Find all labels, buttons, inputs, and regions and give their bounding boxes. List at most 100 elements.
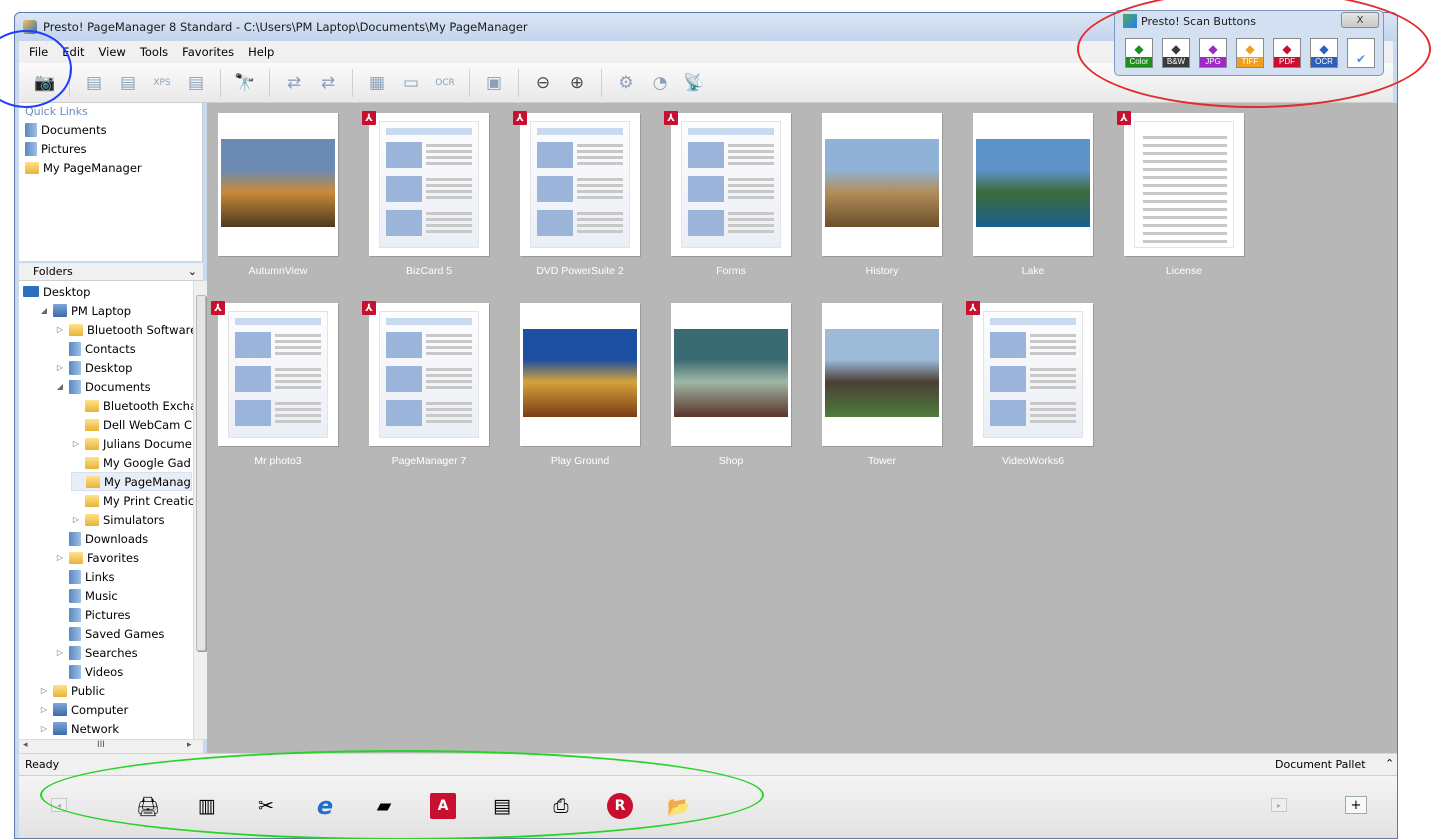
menu-tools[interactable]: Tools <box>140 45 168 59</box>
chevron-down-icon[interactable]: ⌄ <box>188 265 197 278</box>
tree-item[interactable]: Videos <box>55 662 123 681</box>
pallet-next-button[interactable]: ▸ <box>1271 798 1287 812</box>
thumbnail-label[interactable]: Forms <box>661 265 801 277</box>
thumbnail-label[interactable]: Mr photo3 <box>208 455 348 467</box>
expand-arrow-icon[interactable]: ▷ <box>71 439 81 448</box>
scroll-right-icon[interactable]: ▸ <box>187 740 192 750</box>
tree-item[interactable]: ◢ PM Laptop <box>39 301 131 320</box>
scan-button[interactable]: ◆ JPG <box>1199 38 1227 68</box>
scan-button[interactable]: 📷 <box>31 69 59 97</box>
thumbnail-label[interactable]: Lake <box>963 265 1103 277</box>
scan-button[interactable]: ◆ Color <box>1125 38 1153 68</box>
scan-button[interactable]: ◆ TIFF <box>1236 38 1264 68</box>
menu-file[interactable]: File <box>29 45 48 59</box>
thumbnail-label[interactable]: BizCard 5 <box>359 265 499 277</box>
tree-vertical-scrollbar[interactable] <box>193 281 207 739</box>
expand-arrow-icon[interactable]: ▷ <box>55 325 65 334</box>
thumbnail-label[interactable]: Tower <box>812 455 952 467</box>
folders-header[interactable]: Folders ⌄ <box>19 263 203 281</box>
tree-item[interactable]: ▷ Desktop <box>55 358 132 377</box>
tree-item[interactable]: Downloads <box>55 529 148 548</box>
document-thumbnail[interactable] <box>218 113 338 256</box>
expand-arrow-icon[interactable]: ◢ <box>55 382 65 391</box>
tree-horizontal-scrollbar[interactable]: ◂ III ▸ <box>19 739 203 753</box>
menu-help[interactable]: Help <box>248 45 274 59</box>
tree-item[interactable]: Saved Games <box>55 624 164 643</box>
archive-icon[interactable]: ▥ <box>194 793 220 819</box>
scan-button[interactable]: ◆ OCR <box>1310 38 1338 68</box>
document-thumbnail[interactable] <box>520 113 640 256</box>
scan-panel-title-bar[interactable]: Presto! Scan Buttons <box>1123 14 1256 28</box>
thumbnail-label[interactable]: Shop <box>661 455 801 467</box>
tree-item[interactable]: Contacts <box>55 339 136 358</box>
copy-button[interactable]: ⇄ <box>314 69 342 97</box>
tree-item[interactable]: ▷ Network <box>39 719 119 738</box>
expand-arrow-icon[interactable]: ▷ <box>55 363 65 372</box>
pallet-prev-button[interactable]: ◂ <box>51 798 67 812</box>
fax-icon[interactable]: 🖨 <box>135 793 161 819</box>
zoom-in-button[interactable]: ⊕ <box>563 69 591 97</box>
tree-item[interactable]: ◢ Documents <box>55 377 151 396</box>
xps-button[interactable]: XPS <box>148 69 176 97</box>
chevron-up-icon[interactable]: ⌃ <box>1385 757 1394 770</box>
menu-view[interactable]: View <box>99 45 126 59</box>
frame-button[interactable]: ▭ <box>397 69 425 97</box>
printer-icon[interactable]: ⎙ <box>548 793 574 819</box>
acrobat-icon[interactable]: A <box>430 793 456 819</box>
document-thumbnail[interactable] <box>520 303 640 446</box>
document-thumbnail[interactable] <box>1124 113 1244 256</box>
tree-item[interactable]: Desktop <box>23 282 90 301</box>
expand-arrow-icon[interactable]: ▷ <box>55 648 65 657</box>
tree-item[interactable]: ▷ Computer <box>39 700 128 719</box>
folder-open-icon[interactable]: 📂 <box>666 793 692 819</box>
preview-button[interactable]: ▣ <box>480 69 508 97</box>
tree-item[interactable]: ▷ Simulators <box>71 510 165 529</box>
scan-button[interactable]: ◆ B&W <box>1162 38 1190 68</box>
tree-item[interactable]: My Print Creatic <box>71 491 194 510</box>
quick-link-my-pagemanager[interactable]: My PageManager <box>19 158 202 177</box>
scan-button[interactable]: ◆ PDF <box>1273 38 1301 68</box>
move-button[interactable]: ⇄ <box>280 69 308 97</box>
tree-item[interactable]: Dell WebCam C <box>71 415 192 434</box>
scroll-grip[interactable]: III <box>97 740 105 750</box>
tree-item[interactable]: ▷ Julians Docume <box>71 434 192 453</box>
expand-arrow-icon[interactable]: ▷ <box>39 705 49 714</box>
pdf-button[interactable]: ▤ <box>114 69 142 97</box>
thumbnail-label[interactable]: License <box>1114 265 1254 277</box>
document-thumbnail[interactable] <box>973 303 1093 446</box>
find-button[interactable]: 🔭 <box>231 69 259 97</box>
scroll-left-icon[interactable]: ◂ <box>23 740 28 750</box>
document-thumbnail[interactable] <box>822 113 942 256</box>
ie-icon[interactable]: e <box>312 792 338 820</box>
expand-arrow-icon[interactable]: ▷ <box>39 686 49 695</box>
expand-arrow-icon[interactable]: ◢ <box>39 306 49 315</box>
tree-item[interactable]: Pictures <box>55 605 131 624</box>
settings-button[interactable]: ⚙ <box>612 69 640 97</box>
document-thumbnail[interactable] <box>973 113 1093 256</box>
document-thumbnail[interactable] <box>671 113 791 256</box>
web-button[interactable]: ◔ <box>646 69 674 97</box>
note-icon[interactable]: ▰ <box>371 793 397 819</box>
expand-arrow-icon[interactable]: ▷ <box>39 724 49 733</box>
tree-item[interactable]: Music <box>55 586 118 605</box>
quick-link-documents[interactable]: Documents <box>19 120 202 139</box>
scroll-thumb[interactable] <box>196 295 206 651</box>
thumbnail-label[interactable]: PageManager 7 <box>359 455 499 467</box>
tree-item[interactable]: Links <box>55 567 115 586</box>
ocr-button[interactable]: OCR <box>431 69 459 97</box>
expand-arrow-icon[interactable]: ▷ <box>55 553 65 562</box>
finereader-icon[interactable]: R <box>607 793 633 819</box>
tree-item[interactable]: Bluetooth Excha <box>71 396 197 415</box>
document-thumbnail[interactable] <box>369 113 489 256</box>
thumbnail-label[interactable]: DVD PowerSuite 2 <box>510 265 650 277</box>
tree-item[interactable]: ▷ Public <box>39 681 105 700</box>
thumbnail-label[interactable]: VideoWorks6 <box>963 455 1103 467</box>
zoom-out-button[interactable]: ⊖ <box>529 69 557 97</box>
quick-link-pictures[interactable]: Pictures <box>19 139 202 158</box>
menu-edit[interactable]: Edit <box>62 45 84 59</box>
document-thumbnail[interactable] <box>218 303 338 446</box>
expand-arrow-icon[interactable]: ▷ <box>71 515 81 524</box>
document-thumbnail[interactable] <box>822 303 942 446</box>
export-button[interactable]: ▤ <box>80 69 108 97</box>
view-button[interactable]: ▦ <box>363 69 391 97</box>
